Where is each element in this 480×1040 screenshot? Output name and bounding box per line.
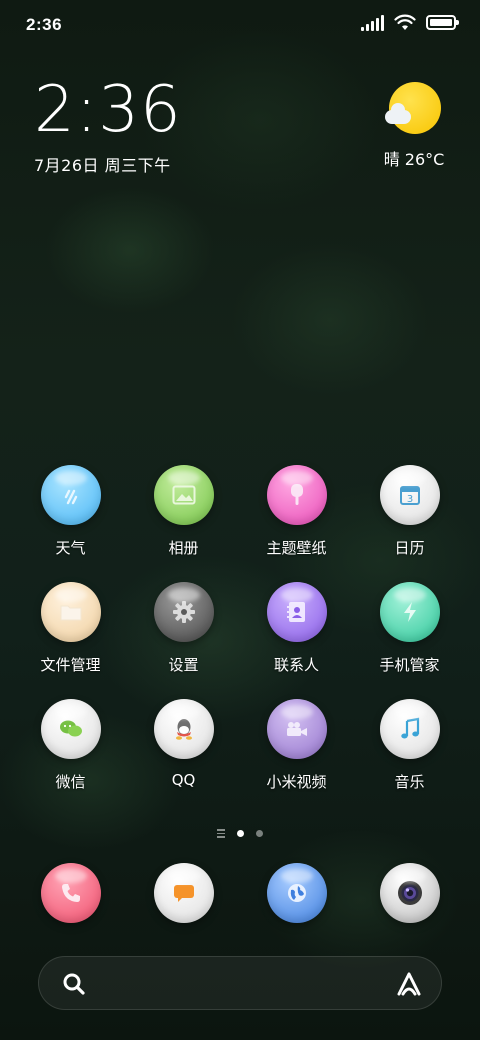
app-label: 日历 <box>394 539 425 557</box>
menu-lines-icon <box>217 829 225 838</box>
app-qq[interactable]: QQ <box>127 699 240 792</box>
video-icon <box>266 699 327 759</box>
camera-icon <box>379 863 440 923</box>
sunny-cloud-icon <box>385 82 441 136</box>
gear-icon <box>153 582 214 642</box>
assistant-icon[interactable] <box>395 970 423 998</box>
page-indicator[interactable] <box>0 829 480 838</box>
app-label: 音乐 <box>394 773 425 791</box>
phone-icon <box>40 863 101 923</box>
search-icon[interactable] <box>61 971 87 997</box>
page-dot-active <box>237 829 244 837</box>
clock-widget[interactable]: 2:36 7月26日 周三下午 <box>34 78 182 176</box>
dock-phone[interactable] <box>14 863 127 923</box>
status-time: 2:36 <box>26 15 63 34</box>
app-file-manager[interactable]: 文件管理 <box>14 582 127 675</box>
app-label: 小米视频 <box>266 773 327 791</box>
app-label: QQ <box>171 771 196 789</box>
browser-icon <box>266 863 327 923</box>
app-label: 手机管家 <box>379 656 440 674</box>
security-icon <box>379 582 440 642</box>
dock-camera[interactable] <box>353 863 466 923</box>
contacts-icon <box>266 582 327 642</box>
themes-icon <box>266 465 327 525</box>
app-grid: 天气 相册 主题壁纸 3 日历 文件管理 设置 联系人 手机管家 微信 QQ 小… <box>0 465 480 792</box>
dock-browser[interactable] <box>240 863 353 923</box>
clock-time: 2:36 <box>34 73 182 147</box>
app-label: 主题壁纸 <box>266 539 327 557</box>
app-label: 天气 <box>55 539 86 557</box>
app-wechat[interactable]: 微信 <box>14 699 127 792</box>
app-label: 设置 <box>168 656 199 674</box>
weather-widget[interactable]: 晴 26°C <box>374 82 454 170</box>
app-label: 联系人 <box>273 656 319 674</box>
signal-icon <box>361 14 384 31</box>
app-contacts[interactable]: 联系人 <box>240 582 353 675</box>
weather-text: 晴 26°C <box>383 150 445 169</box>
wechat-icon <box>40 699 101 759</box>
search-bar[interactable] <box>38 956 442 1010</box>
calendar-icon: 3 <box>379 465 440 525</box>
messages-icon <box>153 863 214 923</box>
app-settings[interactable]: 设置 <box>127 582 240 675</box>
dock-messages[interactable] <box>127 863 240 923</box>
app-label: 文件管理 <box>40 656 101 674</box>
app-calendar[interactable]: 3 日历 <box>353 465 466 558</box>
status-icons <box>361 14 459 31</box>
app-themes[interactable]: 主题壁纸 <box>240 465 353 558</box>
clock-date: 7月26日 周三下午 <box>34 156 171 175</box>
gallery-icon <box>153 465 214 525</box>
music-icon <box>379 699 440 759</box>
folder-icon <box>40 582 101 642</box>
wifi-icon <box>394 14 416 30</box>
app-weather[interactable]: 天气 <box>14 465 127 558</box>
battery-icon <box>426 15 459 30</box>
status-bar: 2:36 <box>0 0 480 50</box>
app-label: 相册 <box>168 539 199 557</box>
app-gallery[interactable]: 相册 <box>127 465 240 558</box>
weather-icon <box>40 465 101 525</box>
app-security[interactable]: 手机管家 <box>353 582 466 675</box>
svg-text:3: 3 <box>406 494 412 505</box>
app-music[interactable]: 音乐 <box>353 699 466 792</box>
dock <box>0 863 480 923</box>
app-mi-video[interactable]: 小米视频 <box>240 699 353 792</box>
page-dot <box>256 829 263 837</box>
qq-icon <box>153 699 214 759</box>
app-label: 微信 <box>55 773 86 791</box>
